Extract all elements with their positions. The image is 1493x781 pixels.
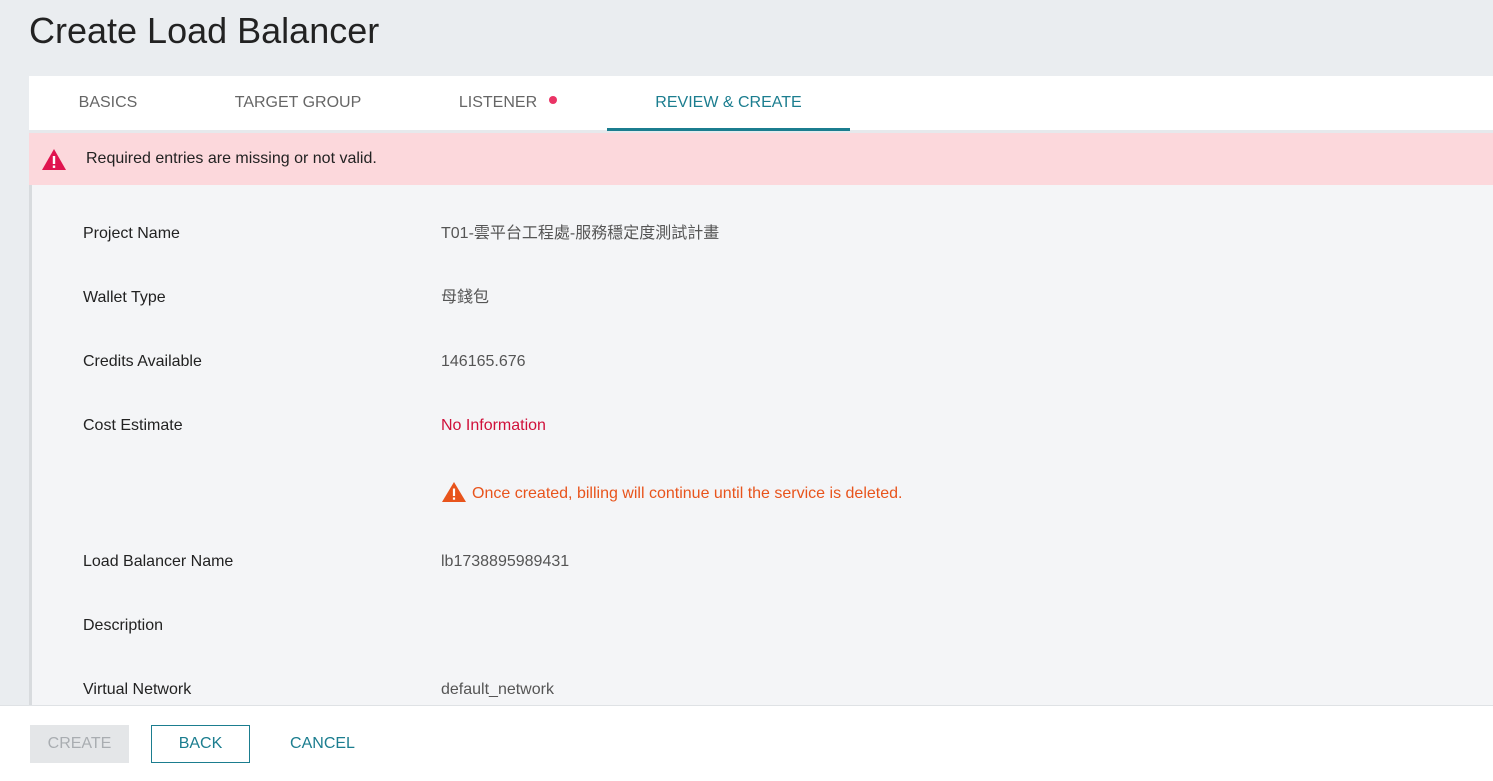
lb-name-value: lb1738895989431 [441,553,570,570]
warning-icon [442,482,466,502]
tab-listener[interactable]: LISTENER [427,76,589,130]
lb-name-label: Load Balancer Name [83,553,234,570]
wizard-footer: CREATE BACK CANCEL [0,705,1493,781]
review-details-panel: Project Name T01-雲平台工程處-服務穩定度測試計畫 Wallet… [29,185,1493,705]
tab-target-group[interactable]: TARGET GROUP [205,76,391,130]
active-tab-indicator [607,128,850,131]
credits-available-label: Credits Available [83,353,202,370]
tab-listener-label: LISTENER [458,94,538,111]
virtual-network-value: default_network [441,681,554,698]
tab-review-create[interactable]: REVIEW & CREATE [607,76,850,130]
billing-warning-text: Once created, billing will continue unti… [472,485,903,502]
warning-triangle-icon [41,148,67,176]
tab-basics[interactable]: BASICS [58,76,158,130]
cancel-button[interactable]: CANCEL [272,725,373,763]
wallet-type-value: 母錢包 [441,289,490,306]
back-button[interactable]: BACK [151,725,250,763]
project-name-value: T01-雲平台工程處-服務穩定度測試計畫 [441,225,720,242]
cost-estimate-label: Cost Estimate [83,417,183,434]
project-name-label: Project Name [83,225,180,242]
credits-available-value: 146165.676 [441,353,526,370]
tab-review-create-label: REVIEW & CREATE [655,94,802,111]
wallet-type-label: Wallet Type [83,289,166,306]
error-alert-banner: Required entries are missing or not vali… [29,133,1493,185]
alert-message: Required entries are missing or not vali… [86,150,377,167]
create-button[interactable]: CREATE [30,725,129,763]
billing-warning: Once created, billing will continue unti… [441,481,902,507]
cost-estimate-value: No Information [441,417,546,434]
tab-basics-label: BASICS [78,94,138,111]
tab-target-group-label: TARGET GROUP [234,94,362,111]
error-dot-icon [549,96,558,104]
page-title: Create Load Balancer [29,10,380,51]
description-label: Description [83,617,164,634]
virtual-network-label: Virtual Network [83,681,192,698]
wizard-tabs: BASICS TARGET GROUP LISTENER REVIEW & CR… [29,76,1493,133]
